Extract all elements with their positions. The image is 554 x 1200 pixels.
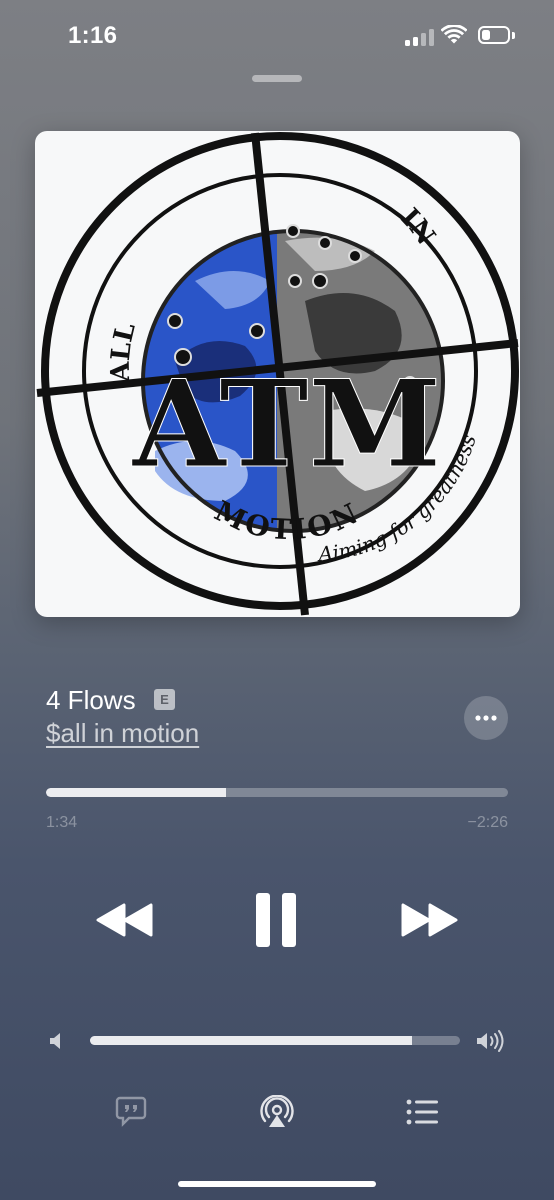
sheet-grabber[interactable] [252,75,302,82]
lyrics-icon [115,1096,147,1127]
elapsed-time: 1:34 [46,814,78,831]
ellipsis-icon [475,715,497,721]
home-indicator[interactable] [178,1181,376,1187]
airplay-icon [260,1095,294,1127]
cellular-signal-icon [405,28,435,46]
airplay-button[interactable] [258,1094,296,1130]
pause-button[interactable] [248,888,304,952]
more-options-button[interactable] [464,696,508,740]
remaining-time: −2:26 [467,814,508,831]
status-time: 1:16 [68,22,118,49]
rewind-button[interactable] [94,898,156,942]
battery-icon [478,26,510,44]
lyrics-button[interactable] [113,1094,149,1128]
svg-text:IN: IN [394,203,440,251]
artwork-monogram: ATM [132,354,442,495]
volume-level-fill [90,1036,412,1045]
artist-link[interactable]: $all in motion [46,718,199,749]
speaker-low-icon [46,1030,66,1052]
queue-list-icon [406,1099,438,1125]
playback-scrubber[interactable] [46,788,508,797]
pause-icon [256,893,296,947]
status-bar: 1:16 [0,0,554,70]
volume-slider[interactable] [90,1036,460,1045]
speaker-high-icon [474,1028,508,1054]
artwork-top-text: IN [394,203,440,251]
wifi-icon [440,24,468,50]
fast-forward-icon [401,903,458,937]
queue-button[interactable] [404,1096,440,1128]
playback-progress-fill [46,788,227,797]
album-artwork: ATM IN ALL MOTION Aiming for greatness [35,131,520,617]
rewind-icon [96,903,153,937]
artwork-logo: ATM IN ALL MOTION Aiming for greatness [36,132,519,616]
track-title: 4 Flows [46,685,136,715]
explicit-badge: E [154,689,175,710]
battery-cap [512,32,515,39]
fast-forward-button[interactable] [398,898,460,942]
